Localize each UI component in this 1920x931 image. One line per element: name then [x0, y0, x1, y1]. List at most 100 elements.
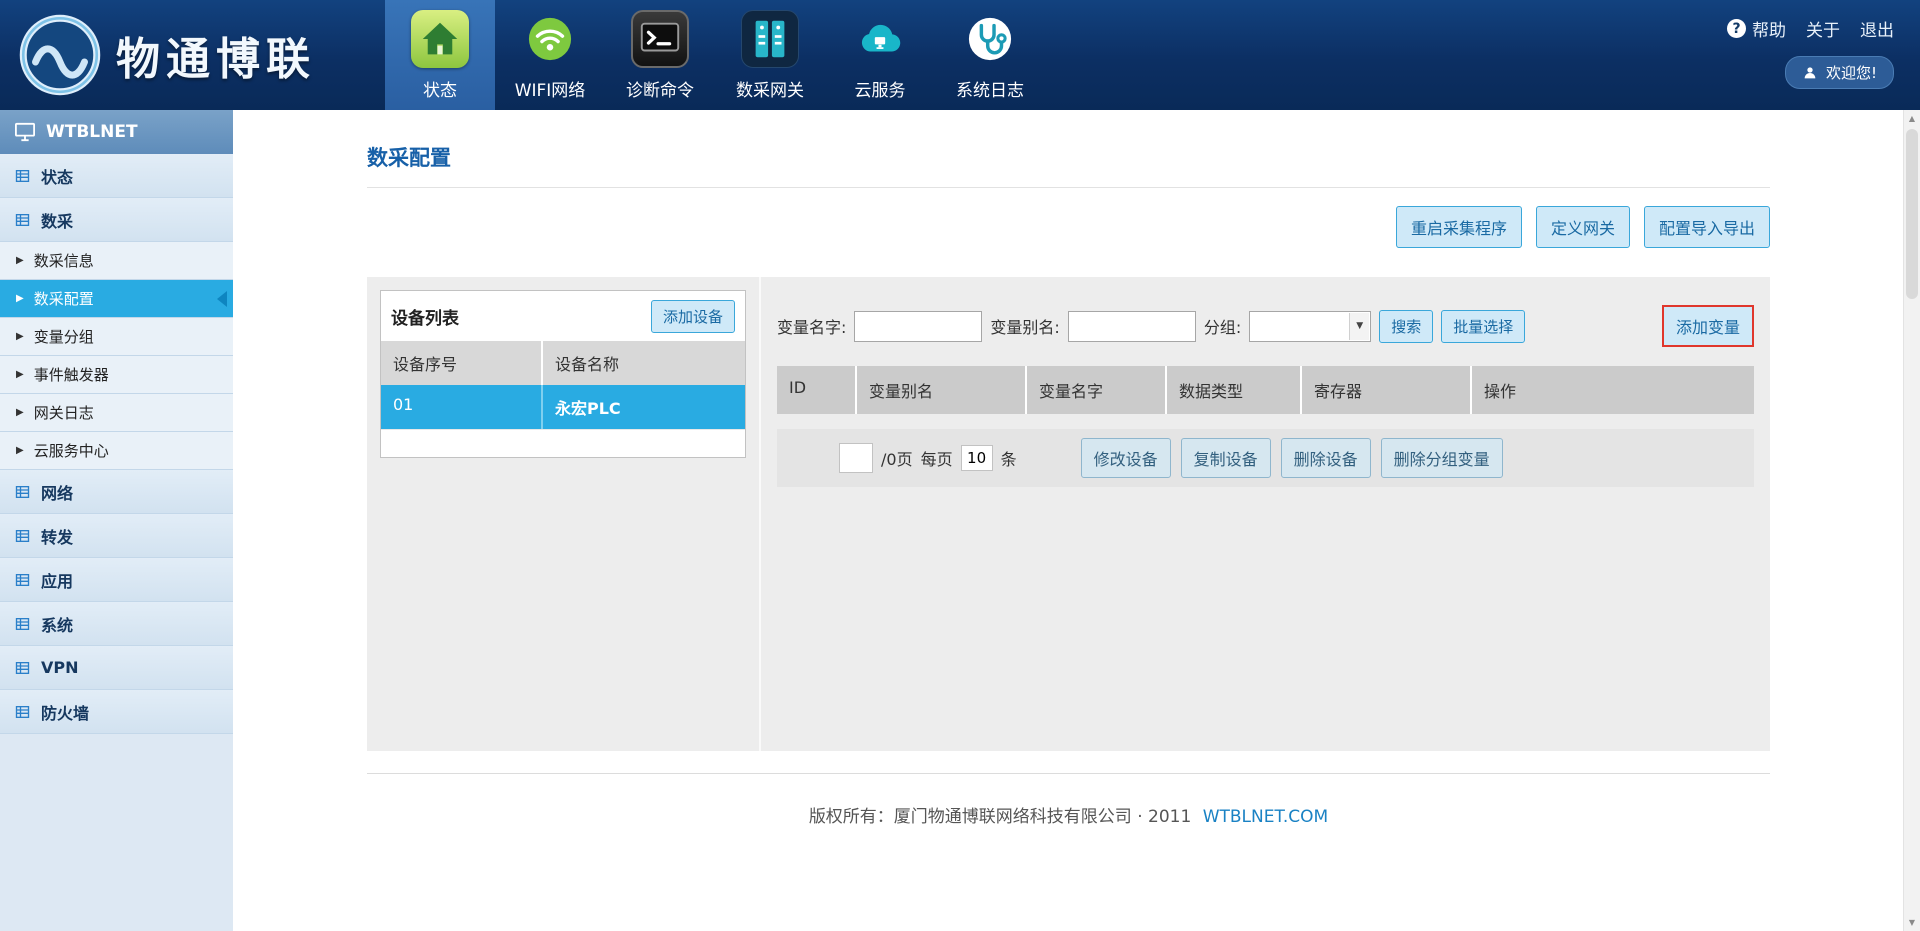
per-page-input[interactable]	[961, 445, 993, 471]
filter-row: 变量名字: 变量别名: 分组: ▼ 搜索 批量选择 添加变量	[777, 305, 1754, 347]
sidebar-item-application[interactable]: 应用	[0, 558, 233, 602]
sidebar-item-event-trigger[interactable]: ▶ 事件触发器	[0, 356, 233, 394]
sidebar-item-cloud-service-center[interactable]: ▶ 云服务中心	[0, 432, 233, 470]
delete-group-variables-button[interactable]: 删除分组变量	[1381, 438, 1503, 478]
pagination-row: /0页 每页 条 修改设备 复制设备 删除设备 删除分组变量	[777, 429, 1754, 487]
scrollbar-thumb[interactable]	[1906, 129, 1918, 299]
tab-label: 云服务	[855, 76, 906, 101]
sidebar-item-label: 状态	[41, 164, 73, 188]
group-select[interactable]: ▼	[1249, 311, 1371, 342]
define-gateway-button[interactable]: 定义网关	[1536, 206, 1630, 248]
device-row[interactable]: 01 永宏PLC	[381, 385, 745, 429]
sidebar-item-label: 转发	[41, 524, 73, 548]
about-link[interactable]: 关于	[1806, 16, 1840, 41]
sidebar-menu: 状态 数采 ▶ 数采信息 ▶ 数采配置 ▶ 变量分组 ▶ 事件触发器 ▶ 网关日…	[0, 154, 233, 734]
tab-cloud-service[interactable]: 云服务	[825, 0, 935, 110]
sidebar-item-label: 事件触发器	[34, 364, 109, 385]
variable-name-label: 变量名字:	[777, 314, 846, 338]
monitor-icon	[14, 122, 36, 142]
copyright-text: 版权所有：厦门物通博联网络科技有限公司 · 2011	[809, 807, 1191, 827]
title-divider	[367, 187, 1770, 188]
triangle-icon: ▶	[16, 369, 24, 380]
cloud-icon	[851, 10, 909, 68]
sidebar-item-label: VPN	[41, 658, 79, 677]
list-icon	[14, 572, 31, 588]
triangle-icon: ▶	[16, 407, 24, 418]
list-icon	[14, 212, 31, 228]
help-label: 帮助	[1752, 16, 1786, 41]
help-link[interactable]: ? 帮助	[1727, 16, 1786, 41]
sidebar-item-system[interactable]: 系统	[0, 602, 233, 646]
column-variable-name: 变量名字	[1027, 366, 1167, 414]
list-icon	[14, 616, 31, 632]
gateway-icon	[741, 10, 799, 68]
delete-device-button[interactable]: 删除设备	[1281, 438, 1371, 478]
variable-alias-label: 变量别名:	[990, 314, 1059, 338]
scroll-up-icon[interactable]: ▲	[1904, 110, 1920, 127]
per-page-label: 每页	[921, 446, 953, 470]
device-table-header: 设备序号 设备名称	[381, 341, 745, 385]
tab-data-gateway[interactable]: 数采网关	[715, 0, 825, 110]
sidebar-item-label: 网络	[41, 480, 73, 504]
copy-device-button[interactable]: 复制设备	[1181, 438, 1271, 478]
sidebar-item-gateway-log[interactable]: ▶ 网关日志	[0, 394, 233, 432]
footer-link[interactable]: WTBLNET.COM	[1203, 807, 1328, 827]
sidebar-item-firewall[interactable]: 防火墙	[0, 690, 233, 734]
header-links: ? 帮助 关于 退出	[1727, 16, 1894, 41]
add-variable-button[interactable]: 添加变量	[1662, 305, 1754, 347]
sidebar-item-dc-config[interactable]: ▶ 数采配置	[0, 280, 233, 318]
tab-system-log[interactable]: 系统日志	[935, 0, 1045, 110]
tab-wifi-network[interactable]: WIFI网络	[495, 0, 605, 110]
wifi-icon	[521, 10, 579, 68]
tab-status[interactable]: 状态	[385, 0, 495, 110]
restart-collector-button[interactable]: 重启采集程序	[1396, 206, 1522, 248]
batch-select-button[interactable]: 批量选择	[1441, 310, 1525, 343]
sidebar-item-dc-info[interactable]: ▶ 数采信息	[0, 242, 233, 280]
add-device-button[interactable]: 添加设备	[651, 300, 735, 333]
sidebar-item-label: 数采	[41, 208, 73, 232]
toolbar: 重启采集程序 定义网关 配置导入导出	[367, 206, 1770, 248]
sidebar-item-vpn[interactable]: VPN	[0, 646, 233, 690]
sidebar-item-forward[interactable]: 转发	[0, 514, 233, 558]
welcome-text: 欢迎您!	[1826, 62, 1877, 83]
tab-diagnostic-command[interactable]: 诊断命令	[605, 0, 715, 110]
search-button[interactable]: 搜索	[1379, 310, 1433, 343]
triangle-icon: ▶	[16, 331, 24, 342]
top-nav: 状态 WIFI网络 诊断命令 数采网关 云服务	[385, 0, 1045, 110]
sidebar-item-label: 系统	[41, 612, 73, 636]
variable-panel: 变量名字: 变量别名: 分组: ▼ 搜索 批量选择 添加变量 ID	[759, 277, 1770, 751]
device-card-header: 设备列表 添加设备	[381, 291, 745, 341]
sidebar-item-network[interactable]: 网络	[0, 470, 233, 514]
tab-label: WIFI网络	[515, 76, 586, 101]
list-icon	[14, 704, 31, 720]
sidebar-item-label: 云服务中心	[34, 440, 109, 461]
triangle-icon: ▶	[16, 293, 24, 304]
page-number-input[interactable]	[839, 443, 873, 473]
column-data-type: 数据类型	[1167, 366, 1302, 414]
sidebar-item-label: 变量分组	[34, 326, 94, 347]
chevron-down-icon: ▼	[1349, 313, 1369, 340]
device-action-buttons: 修改设备 复制设备 删除设备 删除分组变量	[1081, 438, 1503, 478]
sidebar-item-status[interactable]: 状态	[0, 154, 233, 198]
scroll-down-icon[interactable]: ▼	[1904, 914, 1920, 931]
add-variable-wrap: 添加变量	[1662, 305, 1754, 347]
variable-alias-input[interactable]	[1068, 311, 1196, 342]
device-list-card: 设备列表 添加设备 设备序号 设备名称 01 永宏PLC	[380, 290, 746, 458]
user-icon	[1802, 65, 1818, 81]
welcome-badge[interactable]: 欢迎您!	[1785, 56, 1894, 89]
variable-name-input[interactable]	[854, 311, 982, 342]
content-panel: 设备列表 添加设备 设备序号 设备名称 01 永宏PLC	[367, 277, 1770, 751]
logo-icon	[18, 13, 102, 97]
vertical-scrollbar[interactable]: ▲ ▼	[1903, 110, 1920, 931]
help-icon: ?	[1727, 19, 1746, 38]
sidebar-item-data-collection[interactable]: 数采	[0, 198, 233, 242]
column-actions: 操作	[1472, 366, 1754, 414]
sidebar-item-variable-group[interactable]: ▶ 变量分组	[0, 318, 233, 356]
tab-label: 数采网关	[736, 76, 804, 101]
modify-device-button[interactable]: 修改设备	[1081, 438, 1171, 478]
sidebar-item-label: 防火墙	[41, 700, 89, 724]
top-header: 物通博联 状态 WIFI网络 诊断命令 数采网关	[0, 0, 1920, 110]
logout-link[interactable]: 退出	[1860, 16, 1894, 41]
list-icon	[14, 528, 31, 544]
config-import-export-button[interactable]: 配置导入导出	[1644, 206, 1770, 248]
